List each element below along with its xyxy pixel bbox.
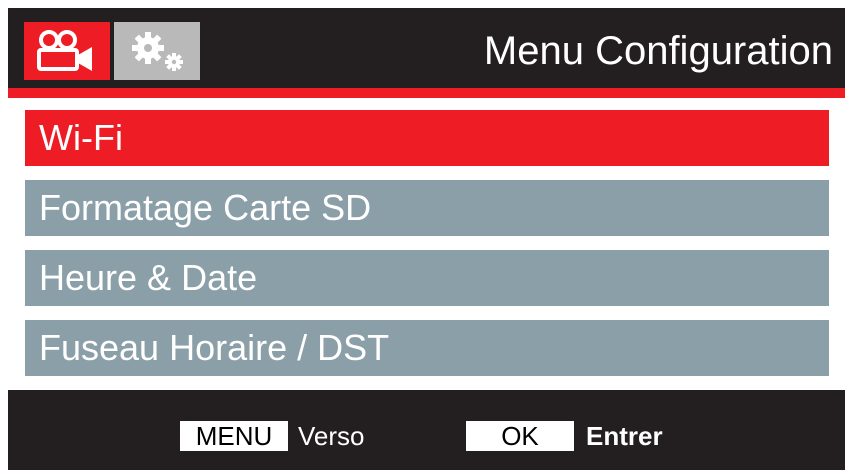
button-hints: MENU Verso OK Entrer <box>8 390 845 470</box>
page-title: Menu Configuration <box>483 29 833 73</box>
ok-key-action: Entrer <box>586 421 663 451</box>
video-camera-icon <box>34 29 100 73</box>
menu-key-action: Verso <box>298 421 365 451</box>
menu-list: Wi-Fi Formatage Carte SD Heure & Date Fu… <box>8 98 845 390</box>
menu-item-time-date[interactable]: Heure & Date <box>25 250 829 306</box>
ok-key[interactable]: OK <box>466 421 574 451</box>
menu-item-wifi[interactable]: Wi-Fi <box>25 110 829 166</box>
gears-icon <box>122 28 192 74</box>
dashcam-screen: Menu Configuration Wi-Fi Formatage Carte… <box>0 0 853 476</box>
menu-item-timezone-dst[interactable]: Fuseau Horaire / DST <box>25 320 829 376</box>
header-divider <box>8 88 845 98</box>
menu-item-format-sd[interactable]: Formatage Carte SD <box>25 180 829 236</box>
tab-video[interactable] <box>24 22 110 80</box>
tab-settings[interactable] <box>114 22 200 80</box>
menu-header: Menu Configuration <box>8 8 845 88</box>
menu-key[interactable]: MENU <box>180 421 288 451</box>
menu-frame: Menu Configuration Wi-Fi Formatage Carte… <box>8 8 845 470</box>
